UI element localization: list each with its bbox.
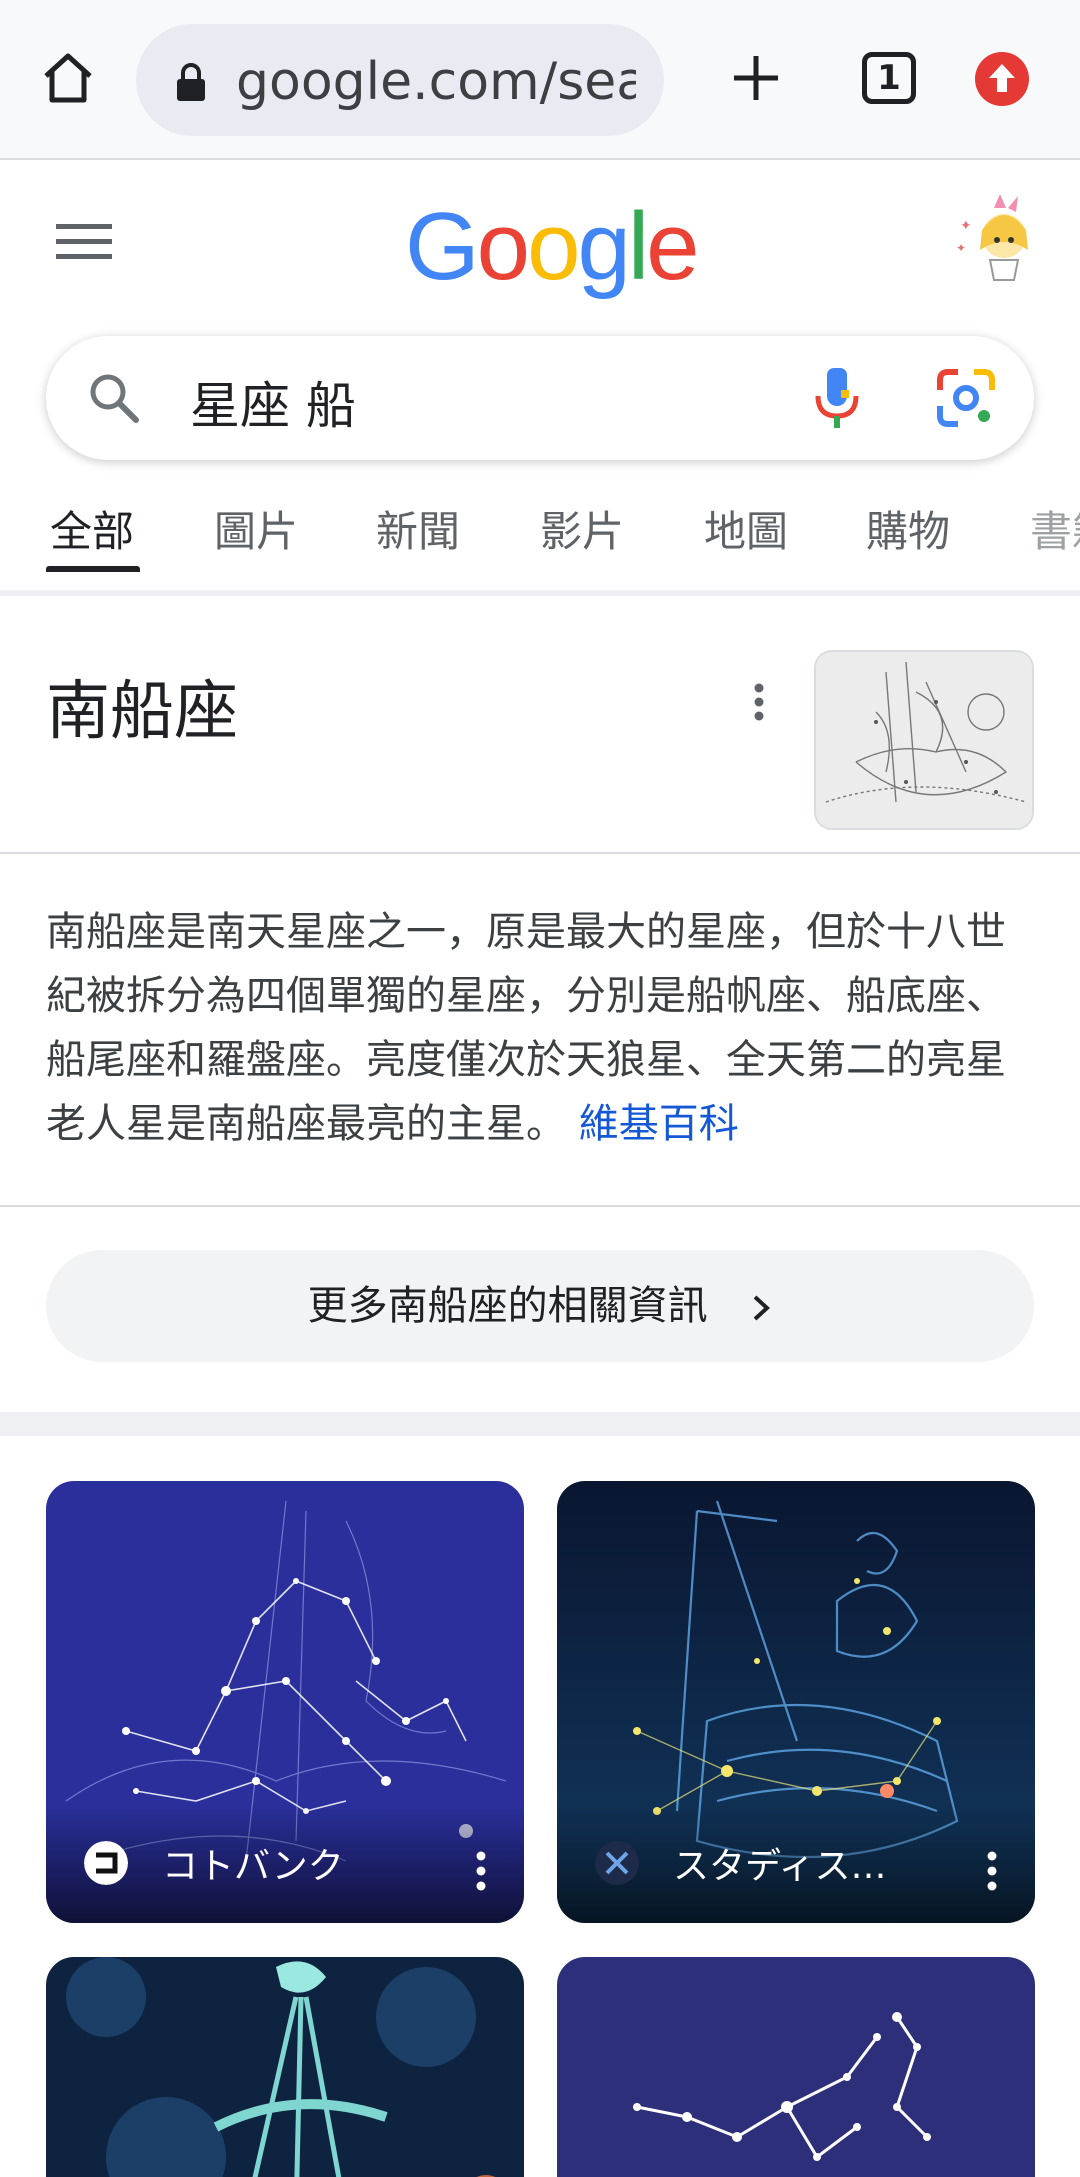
logo-letter: l bbox=[627, 193, 649, 300]
image-source[interactable]: コトバンク bbox=[84, 1837, 344, 1889]
wikipedia-link[interactable]: 維基百科 bbox=[579, 1101, 739, 1147]
knowledge-panel-title: 南船座 bbox=[46, 675, 238, 749]
image-result[interactable]: スタディス… bbox=[557, 1481, 1035, 1923]
image-result[interactable] bbox=[46, 1957, 524, 2177]
search-tabs: 全部 圖片 新聞 影片 地圖 購物 書籍 bbox=[0, 498, 1080, 594]
address-bar[interactable]: google.com/search bbox=[136, 24, 664, 136]
home-icon[interactable] bbox=[40, 50, 96, 106]
svg-text:✦: ✦ bbox=[956, 241, 966, 255]
studyis-logo-icon bbox=[595, 1841, 639, 1885]
logo-letter: e bbox=[646, 193, 699, 300]
tab-all[interactable]: 全部 bbox=[50, 498, 134, 568]
new-tab-icon[interactable] bbox=[728, 50, 784, 106]
divider bbox=[0, 852, 1080, 854]
update-icon[interactable] bbox=[975, 52, 1029, 106]
microphone-icon[interactable] bbox=[812, 366, 862, 432]
image-source-name: コトバンク bbox=[162, 1846, 344, 1887]
google-logo[interactable]: Google bbox=[405, 192, 700, 302]
more-options-icon[interactable] bbox=[985, 1849, 999, 1893]
description-text: 南船座是南天星座之一，原是最大的星座，但於十八世紀被拆分為四個單獨的星座，分別是… bbox=[46, 909, 1006, 1147]
more-options-icon[interactable] bbox=[474, 1849, 488, 1893]
image-source-name: スタディス… bbox=[673, 1846, 887, 1887]
search-box[interactable]: 星座 船 bbox=[46, 336, 1034, 460]
image-result[interactable] bbox=[557, 1957, 1035, 2177]
knowledge-panel-description: 南船座是南天星座之一，原是最大的星座，但於十八世紀被拆分為四個單獨的星座，分別是… bbox=[46, 900, 1036, 1156]
hamburger-menu-icon[interactable] bbox=[56, 222, 112, 262]
more-info-button[interactable]: 更多南船座的相關資訊 bbox=[46, 1250, 1034, 1362]
image-result[interactable]: コトバンク bbox=[46, 1481, 524, 1923]
more-info-label: 更多南船座的相關資訊 bbox=[307, 1283, 708, 1329]
constellation-image bbox=[46, 1957, 524, 2177]
account-avatar[interactable]: ✦ ✦ bbox=[954, 190, 1042, 286]
tab-news[interactable]: 新聞 bbox=[376, 498, 460, 568]
tab-switcher-button[interactable]: 1 bbox=[862, 52, 916, 104]
image-source[interactable]: スタディス… bbox=[595, 1837, 886, 1889]
knowledge-panel-thumbnail[interactable] bbox=[814, 650, 1034, 830]
tab-videos[interactable]: 影片 bbox=[540, 498, 624, 568]
svg-text:✦: ✦ bbox=[960, 218, 972, 234]
constellation-image bbox=[557, 1957, 1035, 2177]
active-tab-indicator bbox=[46, 566, 140, 572]
google-lens-icon[interactable] bbox=[936, 368, 996, 428]
logo-letter: g bbox=[577, 193, 630, 300]
tab-maps[interactable]: 地圖 bbox=[704, 498, 788, 568]
tab-shopping[interactable]: 購物 bbox=[866, 498, 950, 568]
tab-images[interactable]: 圖片 bbox=[214, 498, 298, 568]
divider bbox=[0, 1205, 1080, 1207]
logo-letter: o bbox=[527, 193, 580, 300]
browser-toolbar: google.com/search 1 bbox=[0, 0, 1080, 160]
kotobank-logo-icon bbox=[84, 1841, 128, 1885]
divider bbox=[0, 590, 1080, 596]
logo-letter: o bbox=[476, 193, 530, 300]
section-separator bbox=[0, 1412, 1080, 1436]
lock-icon bbox=[177, 63, 205, 101]
more-options-icon[interactable] bbox=[744, 680, 774, 724]
search-icon[interactable] bbox=[86, 370, 142, 426]
url-text: google.com/search bbox=[236, 52, 636, 112]
logo-letter: G bbox=[405, 193, 480, 300]
tab-books[interactable]: 書籍 bbox=[1030, 498, 1080, 568]
chevron-right-icon bbox=[754, 1295, 771, 1321]
search-input[interactable]: 星座 船 bbox=[190, 366, 356, 438]
